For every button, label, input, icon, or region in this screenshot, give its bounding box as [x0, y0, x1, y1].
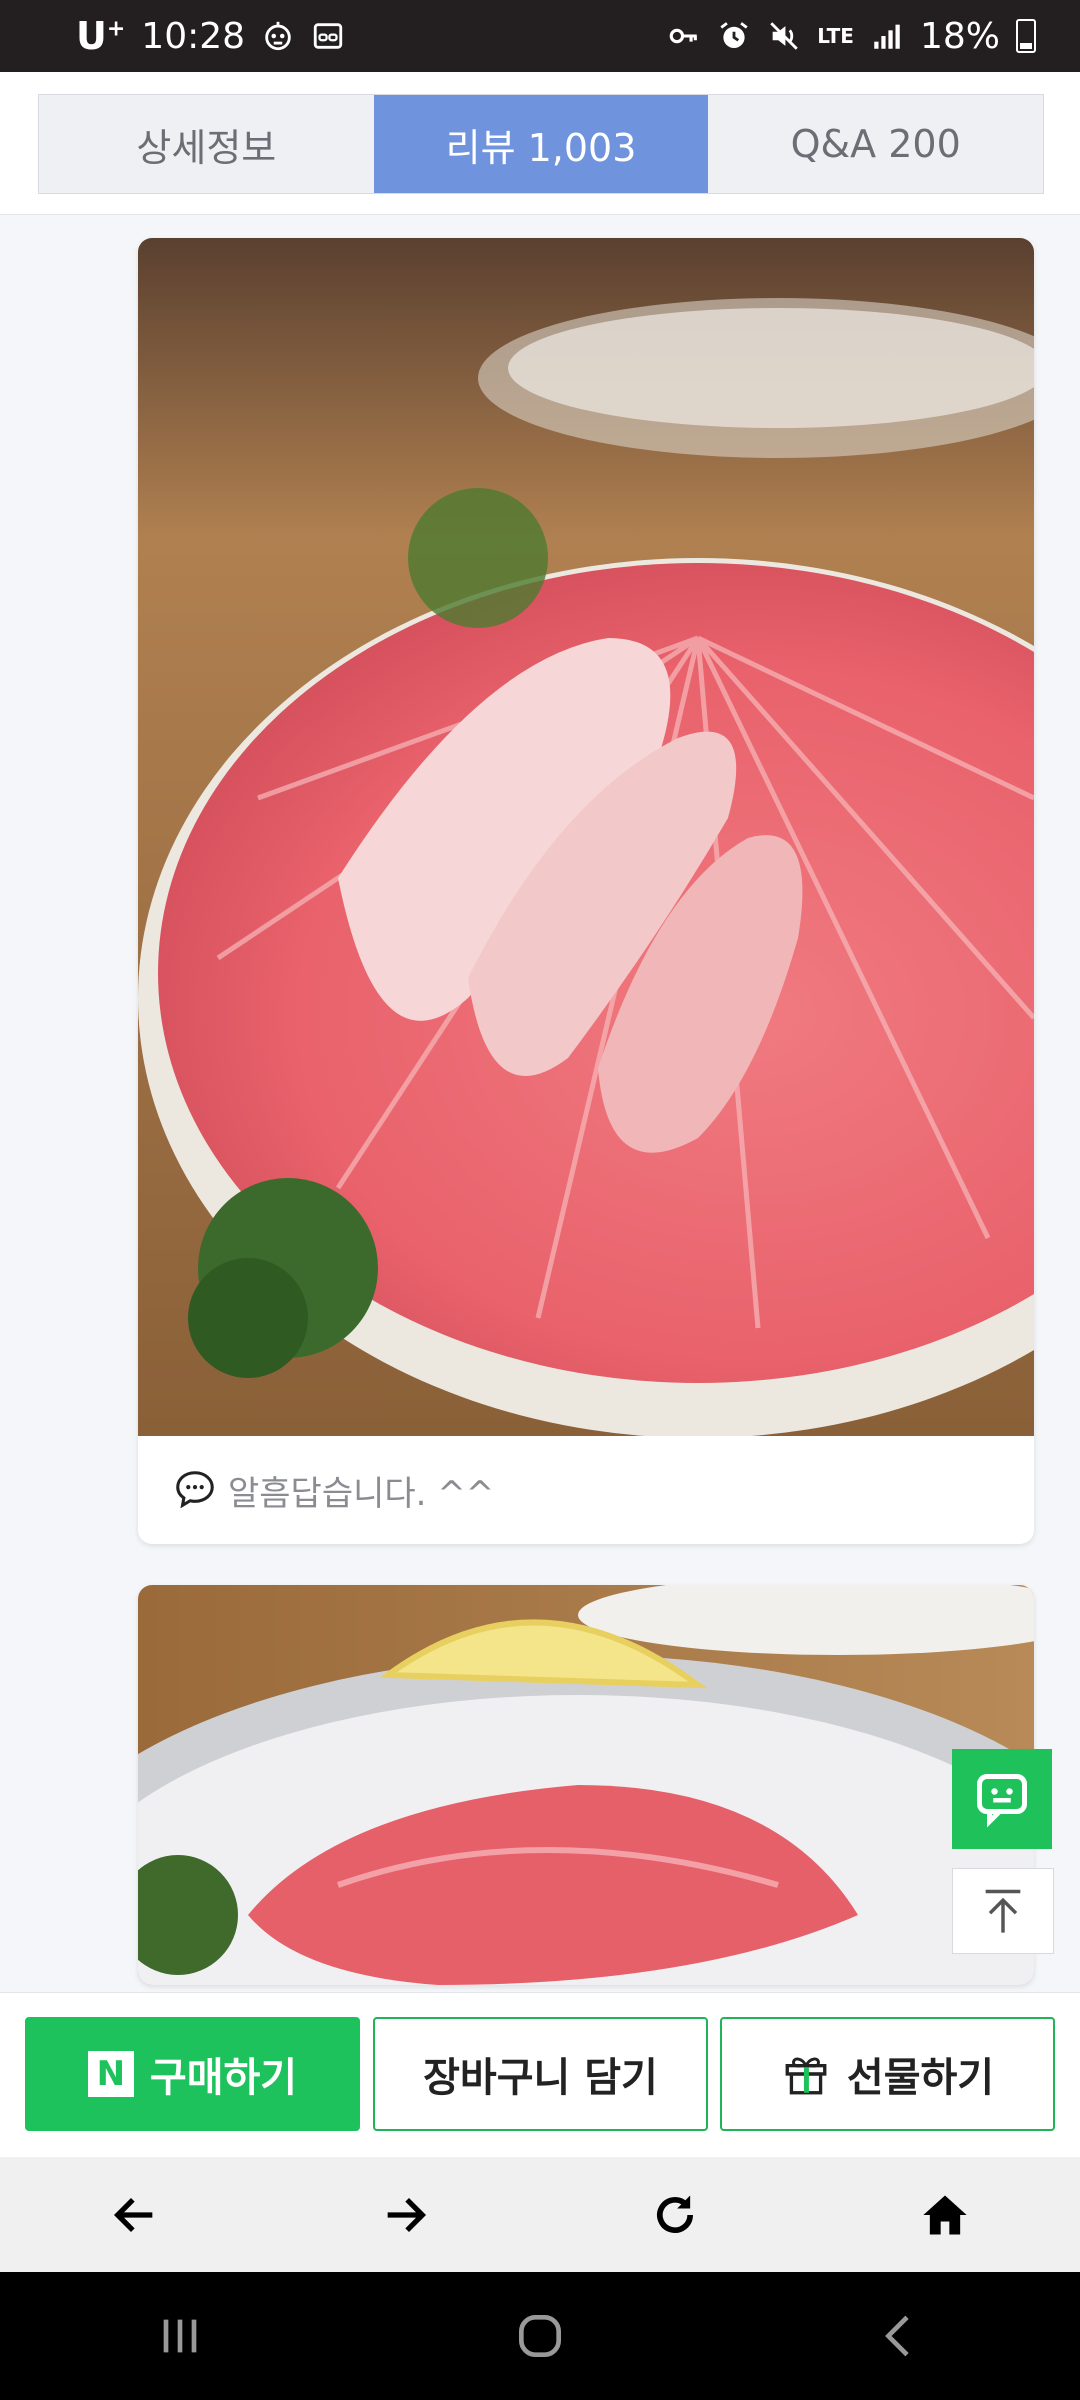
- battery-icon: [1016, 19, 1036, 53]
- arrow-right-icon: [387, 2197, 427, 2232]
- gift-label: 선물하기: [846, 2055, 995, 2101]
- network-type: LTE: [817, 24, 854, 48]
- recent-apps-button[interactable]: [135, 2291, 225, 2381]
- chevron-left-icon: [885, 2315, 909, 2357]
- system-navigation-bar: [0, 2272, 1080, 2400]
- home-button[interactable]: [905, 2175, 985, 2255]
- refresh-icon: [657, 2195, 693, 2233]
- chat-icon: [977, 1774, 1027, 1828]
- review-photo[interactable]: [138, 238, 1034, 1436]
- browser-navigation-bar: [0, 2157, 1080, 2272]
- review-photo[interactable]: [138, 1585, 1034, 1985]
- signal-icon: [870, 19, 904, 53]
- vr-notification-icon: [311, 19, 345, 53]
- scroll-to-top-button[interactable]: [952, 1868, 1054, 1954]
- mute-icon: [767, 19, 801, 53]
- clock: 10:28: [141, 15, 246, 57]
- status-bar: U+ 10:28 LTE 18%: [0, 0, 1080, 72]
- refresh-button[interactable]: [635, 2175, 715, 2255]
- recent-apps-icon: [163, 2319, 197, 2353]
- carrier-label: U+: [76, 14, 126, 58]
- speech-bubble-icon: [176, 1471, 214, 1509]
- purchase-action-bar: N 구매하기 장바구니 담기 선물하기: [0, 1992, 1080, 2158]
- arrow-up-icon: [985, 1889, 1021, 1933]
- back-button[interactable]: [95, 2175, 175, 2255]
- product-tab-bar: 상세정보 리뷰 1,003 Q&A 200: [0, 72, 1080, 215]
- tab-details[interactable]: 상세정보: [39, 95, 374, 193]
- status-right: LTE 18%: [667, 16, 1036, 57]
- add-to-cart-button[interactable]: 장바구니 담기: [373, 2017, 708, 2131]
- battery-percent: 18%: [919, 15, 1000, 57]
- comment-text: 알흠답습니다. ^^: [228, 1473, 495, 1514]
- talk-chat-button[interactable]: [952, 1749, 1052, 1849]
- gift-icon: [785, 2057, 827, 2095]
- naver-n-icon: N: [87, 2051, 134, 2097]
- bot-notification-icon: [261, 19, 295, 53]
- tab-qna[interactable]: Q&A 200: [708, 95, 1044, 193]
- buy-label: 구매하기: [149, 2055, 298, 2101]
- review-comment: 알흠답습니다. ^^: [138, 1436, 1034, 1544]
- system-home-button[interactable]: [495, 2291, 585, 2381]
- buy-button[interactable]: N 구매하기: [25, 2017, 360, 2131]
- tab-reviews[interactable]: 리뷰 1,003: [373, 95, 709, 193]
- arrow-left-icon: [113, 2197, 153, 2232]
- home-icon: [923, 2195, 967, 2234]
- circle-home-icon: [519, 2315, 561, 2357]
- system-back-button[interactable]: [855, 2291, 945, 2381]
- forward-button[interactable]: [365, 2175, 445, 2255]
- cart-label: 장바구니 담기: [423, 2055, 658, 2101]
- review-card[interactable]: [138, 1585, 1034, 1985]
- gift-button[interactable]: 선물하기: [720, 2017, 1055, 2131]
- tab-group: 상세정보 리뷰 1,003 Q&A 200: [38, 94, 1044, 194]
- status-left: U+ 10:28: [76, 14, 345, 58]
- alarm-icon: [717, 19, 751, 53]
- key-icon: [667, 19, 701, 53]
- review-card[interactable]: 알흠답습니다. ^^: [138, 238, 1034, 1544]
